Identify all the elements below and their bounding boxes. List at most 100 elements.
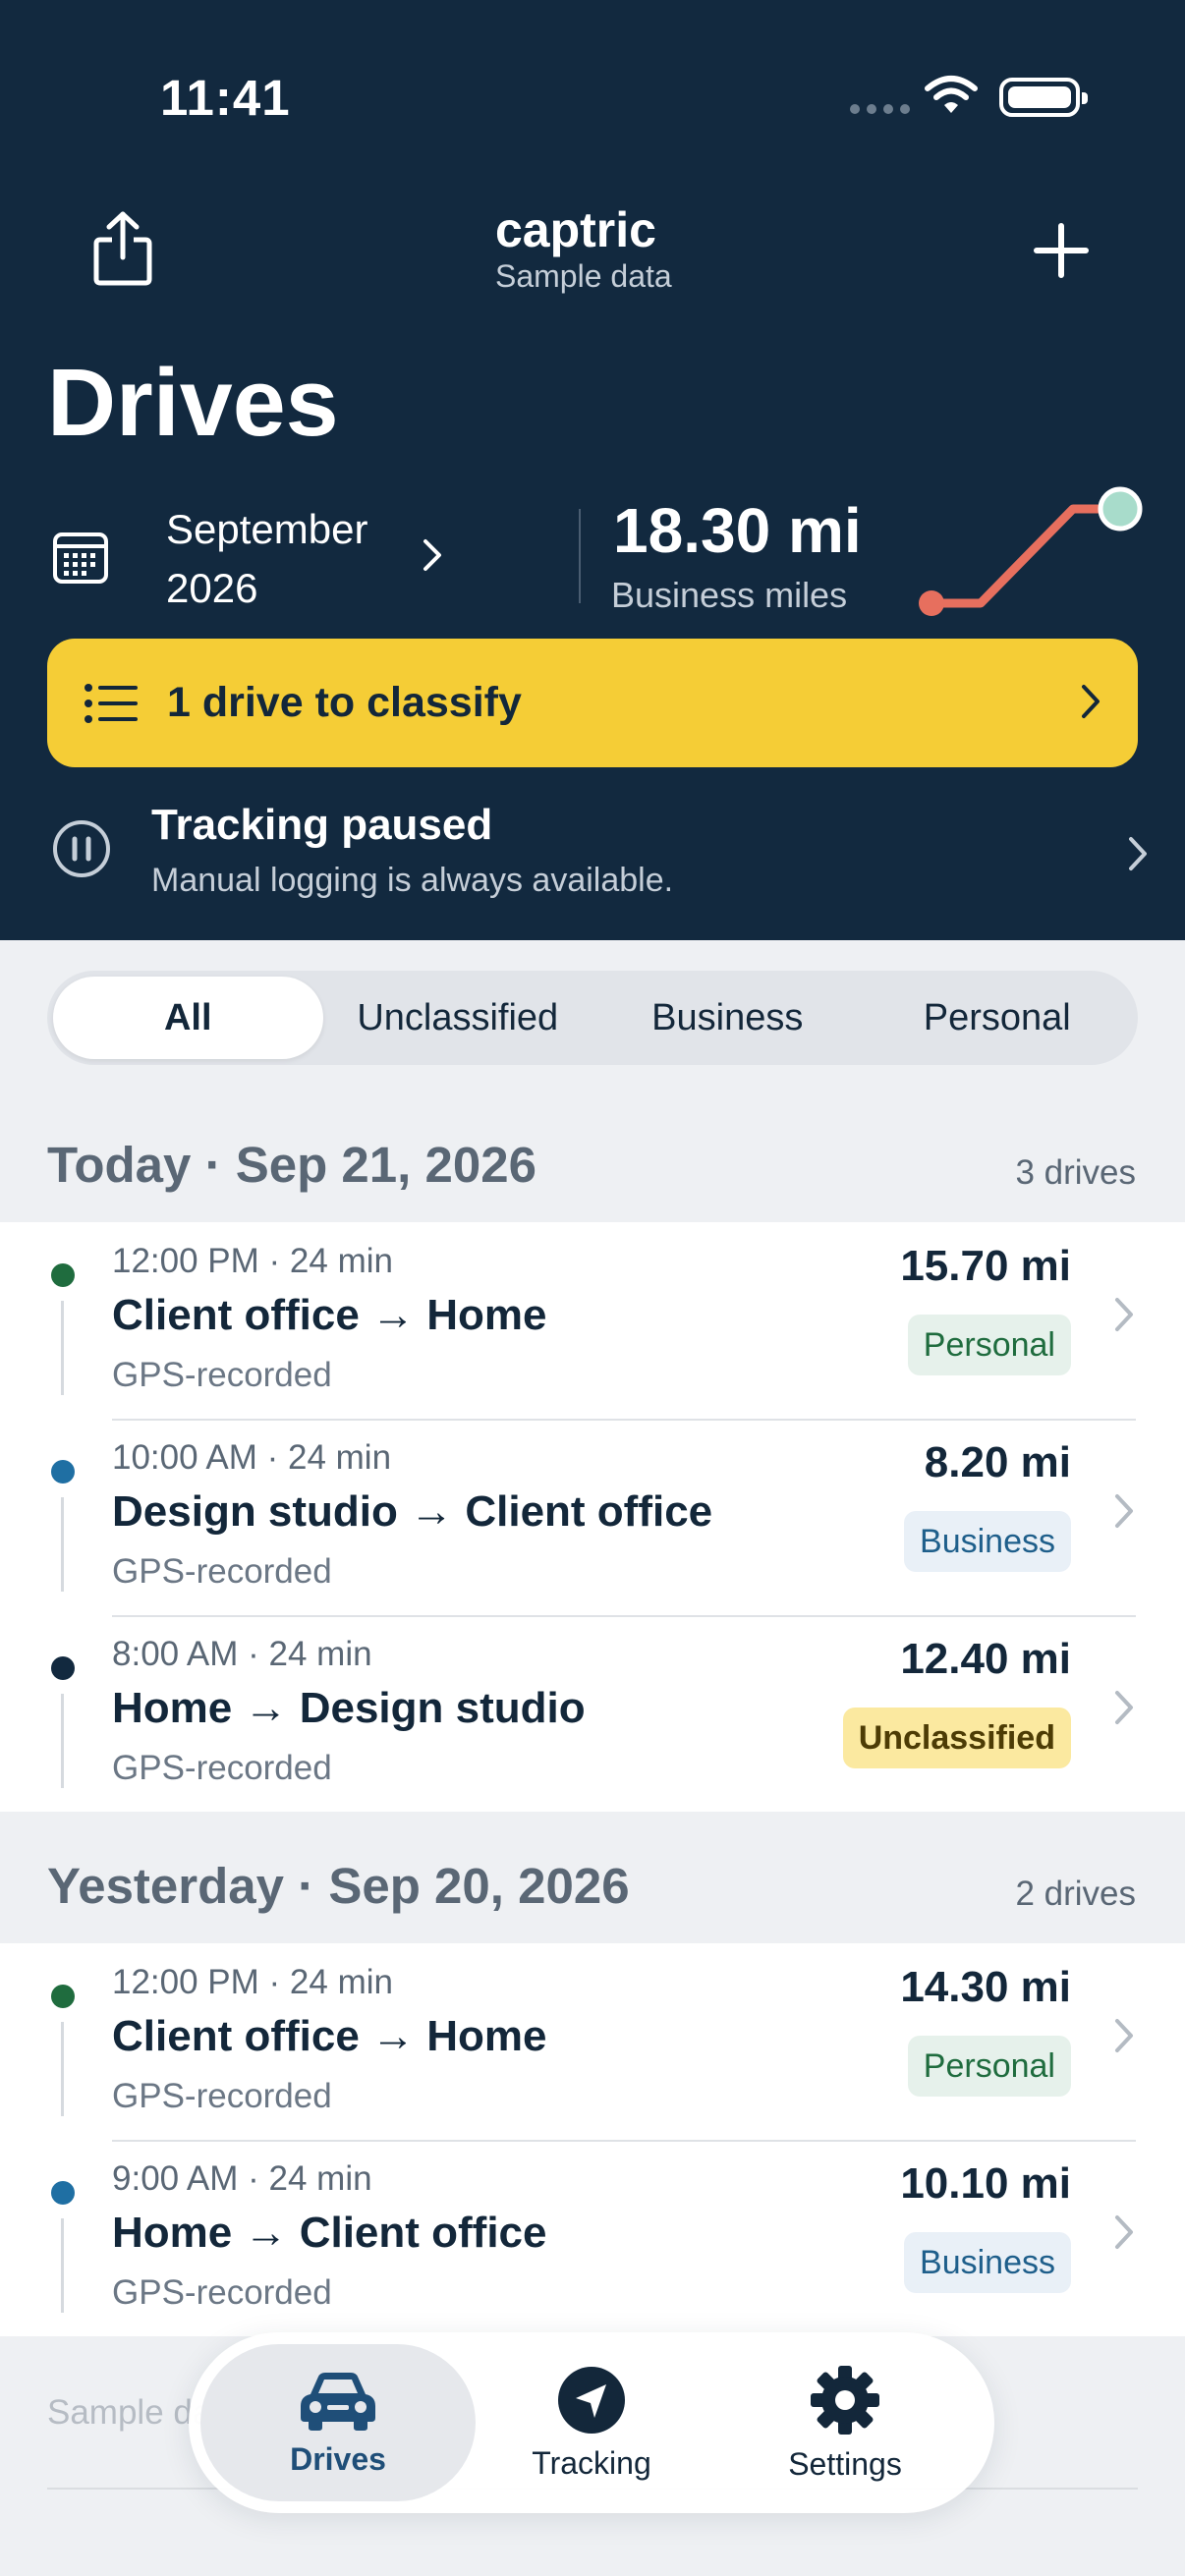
calendar-icon (53, 532, 108, 584)
section-title: Yesterday · Sep 20, 2026 (47, 1858, 630, 1914)
share-button[interactable] (79, 199, 167, 298)
tracking-status-row[interactable]: Tracking paused Manual logging is always… (0, 791, 1185, 919)
drive-source: GPS-recorded (112, 2077, 332, 2115)
drive-time: 10:00 AM · 24 min (112, 1438, 392, 1477)
filter-unclassified[interactable]: Unclassified (323, 977, 593, 1059)
category-dot (51, 1985, 75, 2008)
category-badge: Business (904, 1511, 1071, 1572)
drive-route: Client office → Home (112, 2012, 547, 2060)
business-miles-label: Business miles (611, 575, 848, 615)
drive-time: 9:00 AM · 24 min (112, 2159, 372, 2198)
drive-row[interactable]: 12:00 PM · 24 min Client office → Home G… (0, 1943, 1185, 2140)
miles-sparkline (919, 486, 1143, 616)
drive-miles: 15.70 mi (900, 1242, 1071, 1290)
brand-subtitle: Sample data (495, 258, 672, 294)
drive-miles: 8.20 mi (924, 1438, 1071, 1486)
timeline-line (61, 2218, 64, 2313)
drive-time: 12:00 PM · 24 min (112, 1963, 393, 2001)
drive-time: 8:00 AM · 24 min (112, 1635, 372, 1673)
category-dot (51, 1656, 75, 1680)
header: 11:41 captric Sample data Drives Septemb… (0, 0, 1185, 940)
sparkline-end-point (1098, 486, 1143, 532)
month-picker[interactable]: September 2026 (47, 496, 558, 624)
drive-time: 12:00 PM · 24 min (112, 1242, 393, 1280)
drive-source: GPS-recorded (112, 1356, 332, 1394)
drive-row[interactable]: 9:00 AM · 24 min Home → Client office GP… (0, 2140, 1185, 2336)
chevron-right-icon (423, 539, 441, 571)
battery-icon (999, 78, 1088, 117)
classify-label: 1 drive to classify (167, 679, 522, 726)
category-dot (51, 2181, 75, 2205)
tab-settings[interactable]: Settings (707, 2344, 983, 2501)
drive-filter: All Unclassified Business Personal (47, 971, 1138, 1065)
timeline-line (61, 2022, 64, 2116)
category-badge: Business (904, 2232, 1071, 2293)
drive-source: GPS-recorded (112, 1552, 332, 1591)
stats-divider (579, 509, 581, 603)
list-icon (85, 683, 138, 723)
brand-title: captric (495, 202, 656, 257)
timeline-line (61, 1694, 64, 1788)
plus-icon (1034, 223, 1089, 278)
category-badge: Personal (907, 2036, 1071, 2097)
drive-miles: 14.30 mi (900, 1963, 1071, 2011)
chevron-right-icon (1115, 2215, 1133, 2249)
section-title: Today · Sep 21, 2026 (47, 1137, 536, 1193)
chevron-right-icon (1082, 685, 1100, 718)
category-badge: Personal (907, 1315, 1071, 1375)
section-header-today: Today · Sep 21, 2026 3 drives (0, 1114, 1185, 1222)
drive-group-today: 12:00 PM · 24 min Client office → Home G… (0, 1222, 1185, 1812)
wifi-icon (925, 76, 978, 113)
gear-icon (811, 2365, 879, 2435)
drive-row[interactable]: 8:00 AM · 24 min Home → Design studio GP… (0, 1615, 1185, 1812)
chevron-right-icon (1129, 837, 1147, 870)
business-miles-value: 18.30 mi (613, 495, 862, 566)
add-drive-button[interactable] (1017, 211, 1105, 290)
tab-label: Drives (290, 2440, 386, 2477)
drive-row[interactable]: 12:00 PM · 24 min Client office → Home G… (0, 1222, 1185, 1419)
tab-label: Tracking (532, 2444, 651, 2481)
category-dot (51, 1263, 75, 1287)
drive-miles: 12.40 mi (900, 1635, 1071, 1683)
drive-route: Client office → Home (112, 1291, 547, 1339)
drive-route: Home → Design studio (112, 1684, 586, 1732)
filter-personal[interactable]: Personal (863, 977, 1133, 1059)
chevron-right-icon (1115, 2019, 1133, 2052)
sparkline-start-point (919, 590, 944, 616)
share-icon (93, 211, 152, 286)
category-badge: Unclassified (842, 1708, 1071, 1768)
filter-business[interactable]: Business (592, 977, 863, 1059)
page-title: Drives (47, 349, 339, 456)
chevron-right-icon (1115, 1298, 1133, 1331)
drive-route: Home → Client office (112, 2209, 547, 2257)
drive-route: Design studio → Client office (112, 1487, 713, 1536)
tab-tracking[interactable]: Tracking (454, 2344, 729, 2501)
car-icon (301, 2372, 375, 2431)
navigation-icon (558, 2366, 625, 2434)
section-header-yesterday: Yesterday · Sep 20, 2026 2 drives (0, 1835, 1185, 1943)
section-count: 3 drives (1015, 1153, 1136, 1192)
tab-label: Settings (788, 2445, 902, 2482)
chevron-right-icon (1115, 1494, 1133, 1528)
category-dot (51, 1460, 75, 1484)
classify-banner[interactable]: 1 drive to classify (47, 639, 1138, 767)
tab-bar: Drives Tracking Settings (189, 2332, 994, 2513)
drive-source: GPS-recorded (112, 1749, 332, 1787)
tracking-subtitle: Manual logging is always available. (151, 862, 674, 899)
filter-all[interactable]: All (53, 977, 323, 1059)
cellular-signal-icon (850, 104, 910, 114)
drive-group-yesterday: 12:00 PM · 24 min Client office → Home G… (0, 1943, 1185, 2336)
chevron-right-icon (1115, 1691, 1133, 1724)
month-label: September 2026 (166, 506, 368, 611)
status-time: 11:41 (160, 70, 291, 126)
drive-miles: 10.10 mi (900, 2159, 1071, 2208)
drive-row[interactable]: 10:00 AM · 24 min Design studio → Client… (0, 1419, 1185, 1615)
brand: captric Sample data (495, 201, 672, 294)
tab-drives[interactable]: Drives (200, 2344, 476, 2501)
timeline-line (61, 1301, 64, 1395)
drive-source: GPS-recorded (112, 2273, 332, 2312)
timeline-line (61, 1497, 64, 1592)
section-count: 2 drives (1015, 1875, 1136, 1913)
tracking-title: Tracking paused (151, 801, 493, 849)
pause-circle-icon (53, 820, 110, 877)
